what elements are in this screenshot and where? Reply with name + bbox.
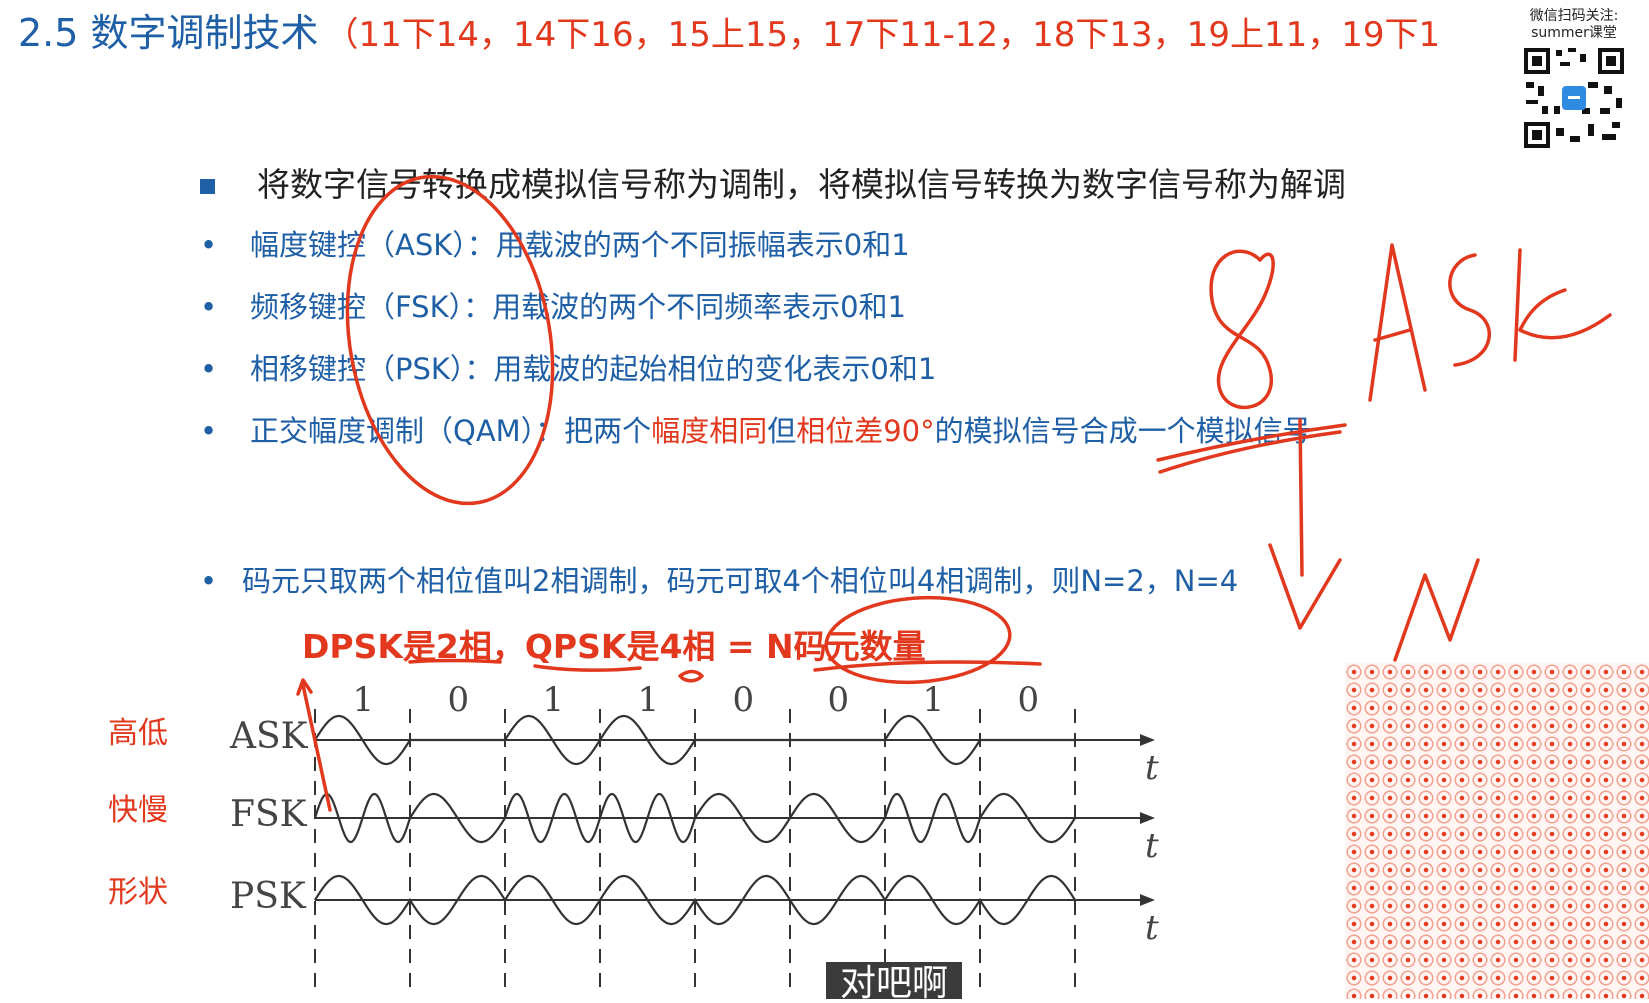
bit-label: 0 (732, 680, 755, 720)
bit-label: 1 (922, 680, 945, 720)
qr-caption-line1: 微信扫码关注: (1529, 8, 1619, 24)
qr-caption-line2: summer课堂 (1531, 25, 1617, 41)
square-bullet-icon (200, 179, 215, 194)
bullet-fsk-text: 频移键控（FSK）：用载波的两个不同频率表示0和1 (250, 290, 906, 324)
waveform-canvas (313, 685, 1155, 990)
axis-arrow-icon (1140, 812, 1155, 824)
exam-references: （11下14，14下16，15上15，17下11-12，18下13，19上11，… (324, 15, 1441, 55)
bit-label: 1 (542, 680, 565, 720)
main-point-text: 将数字信号转换成模拟信号称为调制，将模拟信号转换为数字信号称为解调 (257, 165, 1346, 204)
time-axis-label: t (1145, 908, 1159, 948)
bullet-psk: • 相移键控（PSK）：用载波的起始相位的变化表示0和1 (200, 346, 936, 388)
bit-label: 0 (447, 680, 470, 720)
decorative-dot-pattern (1345, 663, 1649, 999)
annotation-handwritten-n (1393, 558, 1480, 662)
bit-label: 0 (827, 680, 850, 720)
bullet-ask-text: 幅度键控（ASK）：用载波的两个不同振幅表示0和1 (250, 228, 910, 262)
side-label-frequency: 快慢 (108, 793, 168, 828)
qam-prefix: 正交幅度调制（QAM）：把两个 (250, 414, 652, 448)
bullet-ask: • 幅度键控（ASK）：用载波的两个不同振幅表示0和1 (200, 222, 910, 264)
annotation-handwritten-k (1513, 248, 1612, 362)
signal-label-fsk: FSK (230, 794, 307, 835)
annotation-handwritten-s (1448, 253, 1491, 367)
bullet-dot: • (200, 228, 218, 262)
signal-label-psk: PSK (230, 876, 306, 917)
time-axis-label: t (1145, 826, 1159, 866)
time-axis-label: t (1145, 748, 1159, 788)
slide-title-text: 2.5 数字调制技术 (18, 11, 319, 55)
bullet-qam: • 正交幅度调制（QAM）：把两个幅度相同但相位差90°的模拟信号合成一个模拟信号 (200, 408, 1312, 450)
signal-label-ask: ASK (230, 716, 308, 757)
annotation-circle-modulation-types (345, 174, 555, 506)
bit-label: 0 (1017, 680, 1040, 720)
annotation-handwritten-8 (1209, 249, 1275, 410)
slide-title: 2.5 数字调制技术 （11下14，14下16，15上15，17下11-12，18… (18, 2, 1440, 57)
qr-code-icon (1522, 46, 1626, 150)
bit-label: 1 (637, 680, 660, 720)
axis-arrow-icon (1140, 734, 1155, 746)
qam-suffix: 的模拟信号合成一个模拟信号 (934, 414, 1312, 448)
side-label-amplitude: 高低 (108, 716, 168, 751)
bullet-psk-text: 相移键控（PSK）：用载波的起始相位的变化表示0和1 (250, 352, 937, 386)
bullet-dot: • (200, 290, 218, 324)
bullet-dot: • (200, 352, 218, 386)
annotation-scribble-mark (678, 669, 704, 683)
qam-mid: 但 (767, 414, 797, 448)
qr-code-box: 微信扫码关注: summer课堂 (1508, 8, 1640, 150)
video-subtitle: 对吧啊 (826, 962, 963, 999)
modulation-diagram: 1 0 1 1 0 0 1 0 t ASK t FSK t PSK (230, 680, 1230, 999)
phase-note-text: 码元只取两个相位值叫2相调制，码元可取4个相位叫4相调制，则N=2，N=4 (242, 564, 1239, 598)
annotation-handwritten-a (1368, 243, 1427, 402)
bit-label: 1 (352, 680, 375, 720)
qam-highlight-phase: 相位差90° (796, 414, 935, 448)
bullet-fsk: • 频移键控（FSK）：用载波的两个不同频率表示0和1 (200, 284, 906, 326)
qam-highlight-amplitude: 幅度相同 (651, 414, 768, 448)
bullet-dot: • (200, 564, 218, 598)
axis-arrow-icon (1140, 894, 1155, 906)
annotation-v-mark (1268, 543, 1342, 630)
bullet-dot: • (200, 414, 218, 448)
formula-line: DPSK是2相，QPSK是4相 = N码元数量 (302, 627, 926, 666)
main-point: 将数字信号转换成模拟信号称为调制，将模拟信号转换为数字信号称为解调 (200, 158, 1346, 206)
phase-note: • 码元只取两个相位值叫2相调制，码元可取4个相位叫4相调制，则N=2，N=4 (200, 558, 1238, 600)
side-label-phase: 形状 (108, 875, 168, 910)
